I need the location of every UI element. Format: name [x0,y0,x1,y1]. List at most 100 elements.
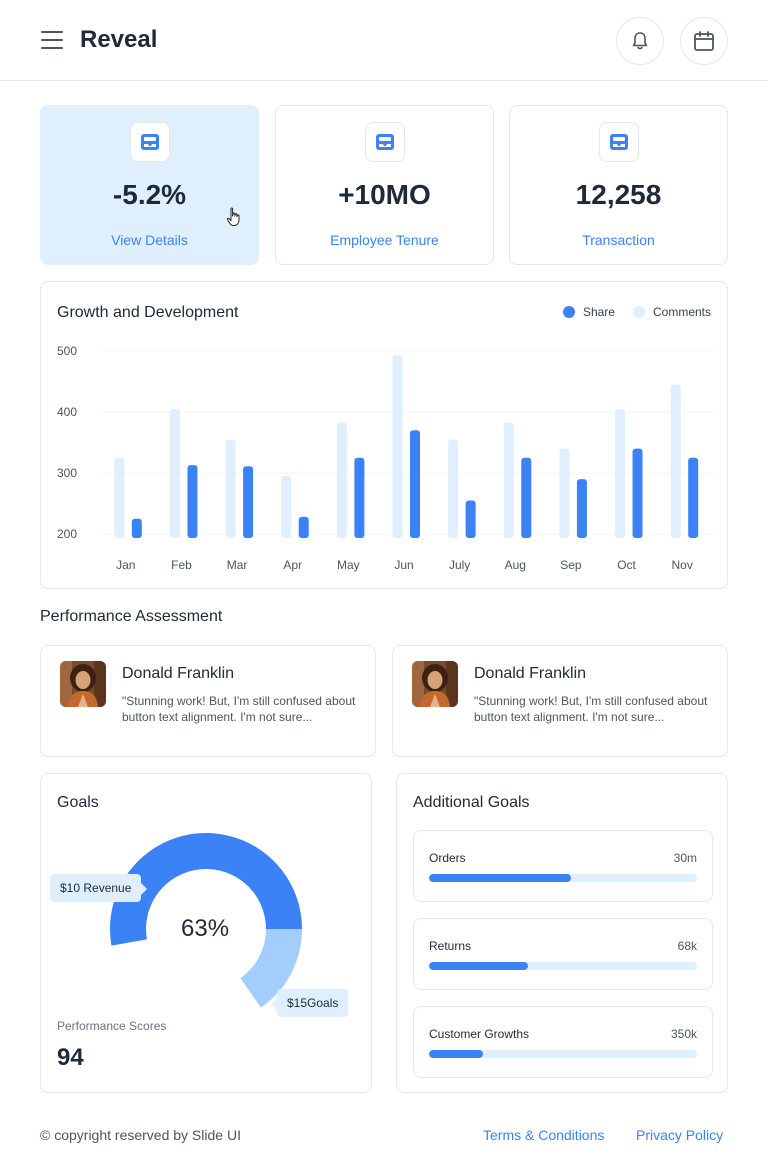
bar-share[interactable] [298,516,309,538]
review-text: "Stunning work! But, I'm still confused … [474,694,708,724]
performance-scores-label: Performance Scores [57,1019,167,1033]
goal-value: 30m [673,851,697,865]
inbox-icon [365,122,405,162]
top-header: Reveal [0,0,768,81]
bar-comments[interactable] [670,384,681,538]
goals-card: Goals 63% $10 Revenue $15Goals Performan… [40,773,372,1093]
bar-share[interactable] [131,518,142,538]
goal-progress-fill [429,874,572,882]
goal-name: Customer Growths [429,1027,530,1041]
x-tick-label: Jan [116,558,135,572]
x-tick-label: Oct [617,558,636,572]
y-tick-label: 200 [57,527,77,541]
goal-progress-track [429,1050,697,1058]
y-tick-label: 300 [57,466,77,480]
goal-row-customer-growths[interactable]: Customer Growths 350k [413,1006,713,1078]
bar-share[interactable] [576,479,587,538]
goal-progress-fill [429,1050,483,1058]
bar-comments[interactable] [448,439,459,538]
goal-row-orders[interactable]: Orders 30m [413,830,713,902]
revenue-tooltip: $10 Revenue [50,874,148,902]
bar-share[interactable] [688,457,699,538]
x-tick-label: May [337,558,360,572]
notifications-button[interactable] [616,17,664,65]
bar-comments[interactable] [281,476,292,538]
additional-goals-title: Additional Goals [413,794,530,811]
bar-comments[interactable] [503,422,514,538]
bar-comments[interactable] [336,422,347,538]
bar-share[interactable] [354,457,365,538]
x-tick-label: Aug [505,558,526,572]
x-tick-label: Sep [560,558,582,572]
goal-progress-fill [429,962,529,970]
bar-share[interactable] [187,465,198,538]
view-details-link[interactable]: View Details [41,232,258,248]
bar-comments[interactable] [392,355,403,538]
chart-title: Growth and Development [57,304,239,321]
goal-name: Returns [429,939,472,953]
copyright-text: © copyright reserved by Slide UI [40,1127,241,1143]
reviewer-name: Donald Franklin [474,665,587,682]
donut-center-value: 63% [181,915,230,942]
stat-value: 12,258 [575,179,662,210]
bar-comments[interactable] [615,408,626,538]
legend-label: Share [582,305,615,319]
bar-share[interactable] [632,448,643,538]
review-text: "Stunning work! But, I'm still confused … [122,694,356,724]
additional-goals-card: Additional Goals Orders 30m Returns 68k … [396,773,728,1093]
bar-share[interactable] [465,500,476,538]
performance-section-title: Performance Assessment [40,608,223,625]
review-card[interactable]: Donald Franklin "Stunning work! But, I'm… [392,645,728,757]
x-tick-label: Nov [672,558,693,572]
legend-item-comments[interactable]: Comments [632,305,711,319]
bar-comments[interactable] [169,408,180,538]
bar-comments[interactable] [114,457,125,538]
hamburger-menu-icon[interactable] [41,31,63,51]
x-tick-label: Feb [171,558,192,572]
goal-row-returns[interactable]: Returns 68k [413,918,713,990]
app-title: Reveal [80,26,158,53]
goal-name: Orders [429,851,466,865]
bar-share[interactable] [243,466,254,538]
goal-progress-track [429,874,697,882]
privacy-link[interactable]: Privacy Policy [636,1127,723,1143]
goal-progress-track [429,962,697,970]
calendar-button[interactable] [680,17,728,65]
bar-comments[interactable] [225,439,236,538]
employee-tenure-link[interactable]: Employee Tenure [276,232,493,248]
terms-link[interactable]: Terms & Conditions [483,1127,604,1143]
legend-item-share[interactable]: Share [562,305,615,319]
stat-card-tenure[interactable]: +10MO Employee Tenure [275,105,494,265]
y-tick-label: 400 [57,405,77,419]
calendar-icon [694,31,714,51]
x-tick-label: Mar [227,558,248,572]
legend-label: Comments [652,305,711,319]
growth-chart-card: Growth and Development Share Comments 50… [40,281,728,589]
bar-share[interactable] [521,457,532,538]
avatar [412,661,458,707]
goal-value: 350k [670,1027,697,1041]
bar-share[interactable] [410,430,420,538]
x-tick-label: July [449,558,470,572]
reviewer-name: Donald Franklin [122,665,235,682]
legend-dot [562,306,575,318]
performance-scores-value: 94 [57,1044,84,1071]
bar-comments[interactable] [559,448,570,538]
x-tick-label: Apr [283,558,302,572]
inbox-icon [599,122,639,162]
y-tick-label: 500 [57,344,77,358]
goals-tooltip: $15Goals [270,989,349,1017]
stat-value: +10MO [338,179,431,210]
stat-card-change[interactable]: -5.2% View Details [40,105,259,265]
transaction-link[interactable]: Transaction [510,232,727,248]
inbox-icon [130,122,170,162]
avatar [60,661,106,707]
stat-card-transaction[interactable]: 12,258 Transaction [509,105,728,265]
legend-dot [632,306,645,318]
hand-cursor-icon [226,207,240,226]
goals-title: Goals [57,794,99,811]
x-tick-label: Jun [394,558,413,572]
bar-chart: 500 400 300 200 Jan Feb Mar Apr May Jun July Aug Sep… [57,344,713,572]
goal-value: 68k [677,939,697,953]
review-card[interactable]: Donald Franklin "Stunning work! But, I'm… [40,645,376,757]
